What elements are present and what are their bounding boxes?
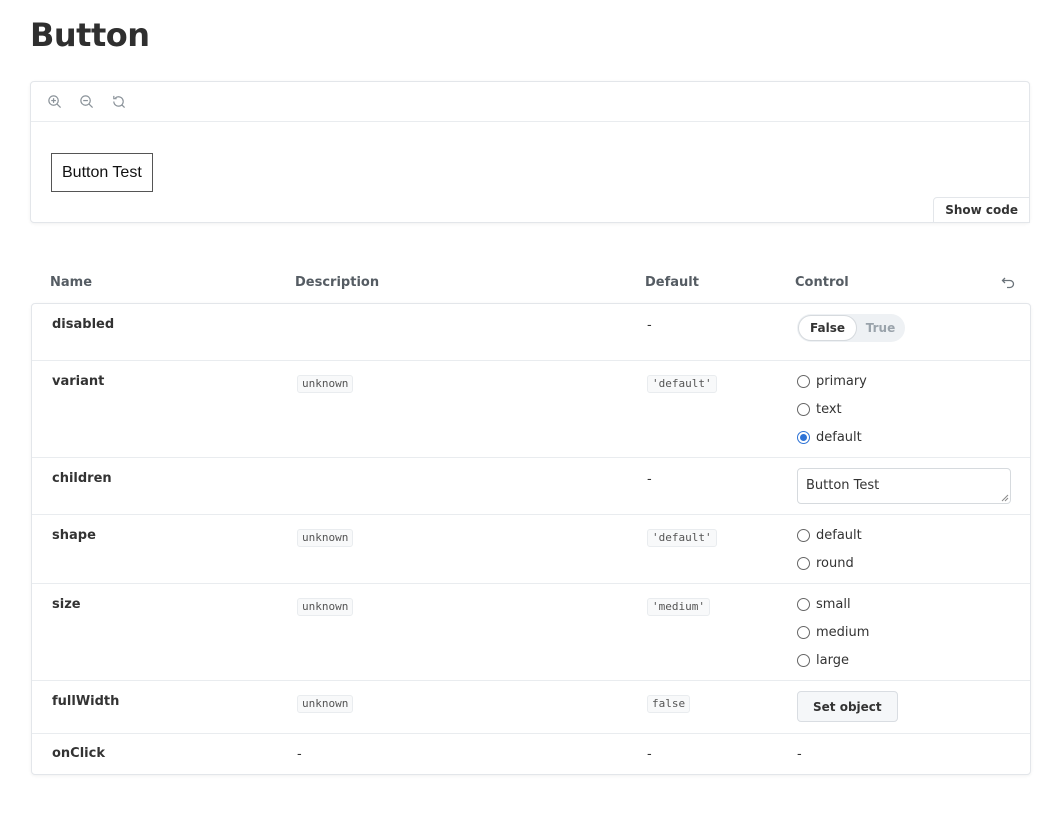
children-textarea[interactable]: Button Test [797, 468, 1011, 504]
shape-radio-group: default round [797, 526, 862, 573]
zoom-out-icon[interactable] [77, 93, 95, 111]
table-row: onClick - - - [32, 734, 1030, 774]
table-row: variant unknown 'default' primary text d… [32, 361, 1030, 458]
header-name: Name [50, 275, 93, 290]
arg-name: disabled [52, 317, 115, 332]
page-title: Button [30, 16, 150, 54]
disabled-toggle[interactable]: False True [797, 314, 905, 342]
table-row: children - Button Test [32, 458, 1030, 515]
radio-button[interactable] [797, 375, 810, 388]
radio-button[interactable] [797, 654, 810, 667]
size-radio-group: small medium large [797, 595, 869, 670]
header-description: Description [295, 275, 380, 290]
arg-name: shape [52, 528, 96, 543]
radio-button[interactable] [797, 403, 810, 416]
arg-name: fullWidth [52, 694, 120, 709]
textarea-value: Button Test [806, 478, 880, 493]
radio-option[interactable]: round [797, 554, 862, 573]
radio-option[interactable]: small [797, 595, 869, 614]
radio-option[interactable]: default [797, 428, 867, 447]
arg-default: 'default' [647, 529, 717, 547]
preview-toolbar [31, 82, 1029, 122]
table-row: fullWidth unknown false Set object [32, 681, 1030, 734]
arg-default: 'default' [647, 375, 717, 393]
radio-option[interactable]: primary [797, 372, 867, 391]
radio-button-checked[interactable] [797, 431, 810, 444]
radio-option[interactable]: medium [797, 623, 869, 642]
story-preview: Button Test Show code [30, 81, 1030, 223]
arg-type: unknown [297, 529, 354, 547]
args-table-header: Name Description Default Control [30, 270, 1030, 296]
arg-name: variant [52, 374, 105, 389]
arg-name: size [52, 597, 81, 612]
table-row: size unknown 'medium' small medium large [32, 584, 1030, 681]
radio-option[interactable]: text [797, 400, 867, 419]
arg-default: - [647, 318, 652, 333]
args-table: disabled - False True variant unknown 'd… [31, 303, 1031, 775]
arg-name: children [52, 471, 112, 486]
demo-button[interactable]: Button Test [51, 153, 153, 192]
radio-option[interactable]: large [797, 651, 869, 670]
set-object-button[interactable]: Set object [797, 691, 898, 722]
radio-option[interactable]: default [797, 526, 862, 545]
table-row: disabled - False True [32, 304, 1030, 361]
radio-button[interactable] [797, 529, 810, 542]
arg-default: - [647, 472, 652, 487]
arg-type: unknown [297, 598, 354, 616]
arg-type: unknown [297, 375, 354, 393]
radio-button[interactable] [797, 598, 810, 611]
arg-default: false [647, 695, 691, 713]
radio-label: text [816, 402, 842, 417]
zoom-in-icon[interactable] [45, 93, 63, 111]
toggle-option-false[interactable]: False [798, 315, 857, 341]
variant-radio-group: primary text default [797, 372, 867, 447]
radio-label: medium [816, 625, 870, 640]
arg-default: 'medium' [647, 598, 710, 616]
header-default: Default [645, 275, 699, 290]
radio-label: round [816, 556, 854, 571]
arg-type: - [297, 747, 302, 762]
zoom-reset-icon[interactable] [109, 93, 127, 111]
radio-label: default [816, 528, 862, 543]
radio-label: large [816, 653, 849, 668]
radio-button[interactable] [797, 626, 810, 639]
arg-default: - [647, 747, 652, 762]
table-row: shape unknown 'default' default round [32, 515, 1030, 584]
toggle-option-true[interactable]: True [857, 315, 904, 341]
radio-button[interactable] [797, 557, 810, 570]
arg-type: unknown [297, 695, 354, 713]
radio-label: primary [816, 374, 867, 389]
arg-name: onClick [52, 746, 105, 761]
resize-grip-icon[interactable] [1000, 493, 1009, 502]
header-control: Control [795, 275, 849, 290]
arg-control: - [797, 747, 802, 762]
show-code-button[interactable]: Show code [933, 197, 1030, 223]
radio-label: small [816, 597, 851, 612]
undo-icon[interactable] [1000, 274, 1016, 290]
radio-label: default [816, 430, 862, 445]
